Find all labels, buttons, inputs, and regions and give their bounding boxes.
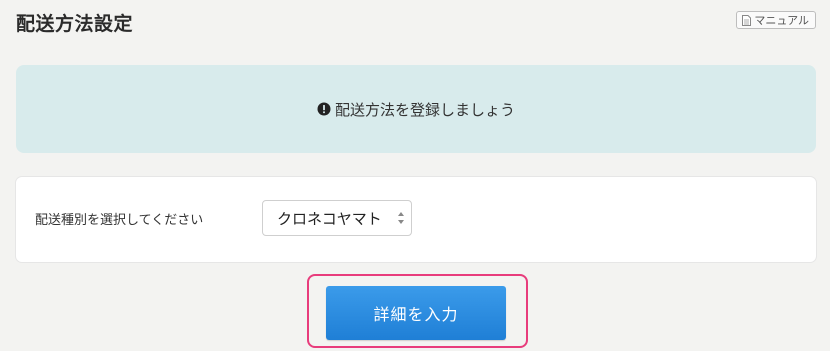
enter-details-button[interactable]: 詳細を入力 (326, 286, 506, 340)
select-arrows-icon (397, 211, 405, 225)
manual-button[interactable]: マニュアル (736, 11, 816, 29)
notice-banner: 配送方法を登録しましょう (16, 65, 816, 153)
notice-message: 配送方法を登録しましょう (334, 100, 515, 119)
exclamation-circle-icon (317, 102, 331, 116)
page-title: 配送方法設定 (16, 13, 134, 35)
manual-label: マニュアル (754, 14, 809, 27)
shipping-type-selected-value: クロネコヤマト (277, 209, 382, 228)
shipping-type-panel: 配送種別を選択してください クロネコヤマト (16, 177, 816, 262)
shipping-type-select[interactable]: クロネコヤマト (262, 200, 412, 236)
shipping-type-label: 配送種別を選択してください (35, 213, 204, 228)
document-icon (742, 14, 752, 26)
